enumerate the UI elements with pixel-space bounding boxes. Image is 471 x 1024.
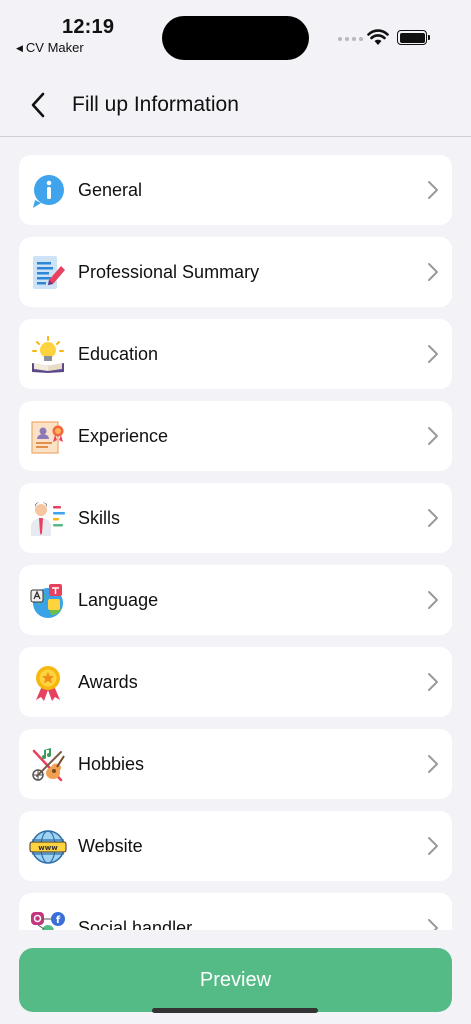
section-hobbies[interactable]: Hobbies xyxy=(19,729,452,799)
navigation-bar: Fill up Information xyxy=(0,76,471,137)
chevron-right-icon xyxy=(428,181,438,199)
status-bar: 12:19 ◀ CV Maker xyxy=(0,0,471,62)
section-language[interactable]: Language xyxy=(19,565,452,635)
person-skills-icon xyxy=(31,502,65,536)
status-time: 12:19 xyxy=(62,16,115,38)
battery-icon xyxy=(397,30,430,45)
section-education[interactable]: Education xyxy=(19,319,452,389)
cellular-signal-icon xyxy=(338,37,363,41)
lightbulb-book-icon xyxy=(32,336,64,373)
chevron-right-icon xyxy=(428,345,438,363)
back-to-app-link[interactable]: ◀ CV Maker xyxy=(16,40,84,55)
section-label: Professional Summary xyxy=(78,262,260,282)
section-general[interactable]: General xyxy=(19,155,452,225)
section-label: General xyxy=(78,180,143,200)
section-experience[interactable]: Experience xyxy=(19,401,452,471)
back-button[interactable] xyxy=(24,90,52,120)
chevron-left-icon xyxy=(31,92,45,118)
section-label: Social handler xyxy=(78,918,193,930)
back-triangle-icon: ◀ xyxy=(16,43,23,53)
section-label: Experience xyxy=(78,426,169,446)
section-label: Education xyxy=(78,344,159,364)
chevron-right-icon xyxy=(428,919,438,930)
section-list[interactable]: General Professional Summary Education E… xyxy=(19,155,452,930)
chevron-right-icon xyxy=(428,673,438,691)
document-pen-icon xyxy=(33,256,65,289)
chevron-right-icon xyxy=(428,837,438,855)
info-icon xyxy=(33,175,64,208)
page-title: Fill up Information xyxy=(72,93,239,116)
back-app-label: CV Maker xyxy=(25,40,84,55)
svg-text:f: f xyxy=(56,915,61,926)
guitar-icon xyxy=(32,748,65,782)
preview-button[interactable]: Preview xyxy=(19,948,452,1012)
home-indicator[interactable] xyxy=(152,1008,318,1013)
chevron-right-icon xyxy=(428,509,438,527)
dynamic-island xyxy=(162,16,309,60)
section-website[interactable]: www Website xyxy=(19,811,452,881)
medal-icon xyxy=(36,666,60,701)
section-professional-summary[interactable]: Professional Summary xyxy=(19,237,452,307)
chevron-right-icon xyxy=(428,591,438,609)
www-globe-icon: www xyxy=(29,830,67,864)
chevron-right-icon xyxy=(428,755,438,773)
certificate-icon xyxy=(31,421,64,454)
social-media-icon: f xyxy=(31,912,65,930)
section-label: Hobbies xyxy=(78,754,145,774)
section-label: Skills xyxy=(78,508,121,528)
section-awards[interactable]: Awards xyxy=(19,647,452,717)
section-label: Website xyxy=(78,836,143,856)
section-skills[interactable]: Skills xyxy=(19,483,452,553)
section-label: Awards xyxy=(78,672,138,692)
chevron-right-icon xyxy=(428,263,438,281)
section-label: Language xyxy=(78,590,159,610)
language-globe-icon xyxy=(30,584,63,618)
section-social-handler[interactable]: f Social handler xyxy=(19,893,452,930)
svg-text:www: www xyxy=(38,844,58,852)
chevron-right-icon xyxy=(428,427,438,445)
wifi-icon xyxy=(367,29,389,45)
